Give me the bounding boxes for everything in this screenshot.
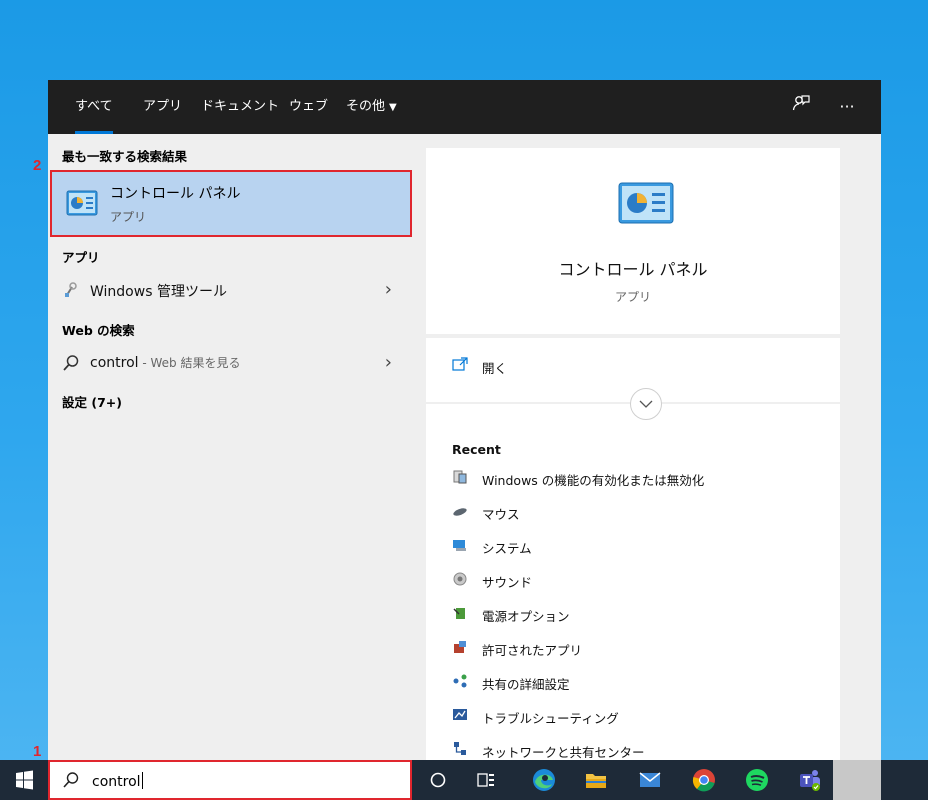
tab-apps[interactable]: アプリ <box>143 80 182 134</box>
mail-icon[interactable] <box>636 766 664 794</box>
chevron-right-icon[interactable]: › <box>385 352 392 373</box>
power-options-icon <box>453 608 465 619</box>
admin-tools-icon <box>65 282 77 297</box>
app-result-admin-tools[interactable]: Windows 管理ツール › <box>48 273 412 307</box>
preview-pane: コントロール パネル アプリ 開く Recent Windows の機能の有効化… <box>426 148 840 760</box>
tab-more-label: その他 <box>346 99 386 114</box>
sound-icon <box>453 572 467 586</box>
recent-heading: Recent <box>452 442 501 457</box>
control-panel-icon <box>66 190 98 216</box>
file-explorer-icon[interactable] <box>582 766 610 794</box>
recent-label: Windows の機能の有効化または無効化 <box>482 473 705 488</box>
results-pane: 最も一致する検索結果 コントロール パネル アプリ アプリ Windows 管理… <box>48 134 426 760</box>
troubleshooting-icon <box>453 709 467 720</box>
task-view-icon[interactable] <box>472 766 500 794</box>
teams-icon[interactable] <box>796 766 824 794</box>
recent-item[interactable]: システム <box>452 534 832 558</box>
search-filter-bar: すべて アプリ ドキュメント ウェブ その他 ▼ ··· <box>48 80 881 134</box>
text-cursor <box>141 772 143 789</box>
preview-app-name: コントロール パネル <box>558 260 708 279</box>
recent-label: 許可されたアプリ <box>482 643 583 658</box>
recent-label: システム <box>482 541 532 556</box>
chevron-right-icon[interactable]: › <box>385 279 392 300</box>
apps-heading: アプリ <box>62 250 100 265</box>
tab-all[interactable]: すべて <box>75 80 113 134</box>
app-result-label: Windows 管理ツール <box>90 284 227 300</box>
taskbar: control <box>0 760 928 800</box>
mouse-icon <box>453 508 467 516</box>
search-input-text: control <box>92 772 143 790</box>
best-match-heading: 最も一致する検索結果 <box>62 149 188 164</box>
recent-item[interactable]: Windows の機能の有効化または無効化 <box>452 466 832 490</box>
search-panel: すべて アプリ ドキュメント ウェブ その他▼ ··· 最も一致する検索結果 <box>48 80 881 760</box>
start-button[interactable] <box>0 760 48 800</box>
recent-item[interactable]: 許可されたアプリ <box>452 636 832 660</box>
recent-item[interactable]: サウンド <box>452 568 832 592</box>
more-options-icon[interactable]: ··· <box>834 94 860 120</box>
step-badge-1: 1 <box>33 743 42 760</box>
web-search-heading: Web の検索 <box>62 323 135 338</box>
spotify-icon[interactable] <box>743 766 771 794</box>
chevron-down-icon <box>639 400 653 408</box>
search-query: control <box>92 774 141 790</box>
taskbar-search-box[interactable]: control <box>48 760 412 800</box>
allowed-apps-icon <box>454 641 466 653</box>
search-icon <box>63 355 79 371</box>
windows-logo-icon <box>16 770 33 790</box>
recent-label: マウス <box>482 507 520 522</box>
show-desktop-area[interactable] <box>833 760 881 800</box>
web-search-result[interactable]: control - Web 結果を見る › <box>48 346 412 380</box>
web-search-text: control - Web 結果を見る <box>90 354 240 371</box>
network-center-icon <box>454 742 466 755</box>
open-label: 開く <box>482 361 508 376</box>
control-panel-icon <box>618 182 674 224</box>
recent-item[interactable]: ネットワークと共有センター <box>452 738 832 762</box>
tab-web[interactable]: ウェブ <box>289 80 328 134</box>
chevron-down-icon: ▼ <box>389 102 397 113</box>
web-search-suffix: - Web 結果を見る <box>138 356 241 370</box>
edge-icon[interactable] <box>530 766 558 794</box>
desktop: すべて アプリ ドキュメント ウェブ その他▼ ··· 最も一致する検索結果 <box>0 0 928 800</box>
web-search-query: control <box>90 355 139 371</box>
best-match-type: アプリ <box>110 210 147 224</box>
tab-more[interactable]: その他 ▼ <box>346 80 397 134</box>
best-match-name: コントロール パネル <box>110 186 241 202</box>
sharing-settings-icon <box>453 674 467 688</box>
expand-button[interactable] <box>630 388 662 420</box>
system-icon <box>453 540 466 551</box>
recent-label: 電源オプション <box>482 609 570 624</box>
best-match-result[interactable]: コントロール パネル アプリ <box>50 170 412 237</box>
search-icon <box>63 772 79 788</box>
recent-item[interactable]: 電源オプション <box>452 602 832 626</box>
chrome-icon[interactable] <box>690 766 718 794</box>
divider <box>426 334 840 338</box>
windows-features-icon <box>453 470 467 484</box>
tab-documents[interactable]: ドキュメント <box>201 80 279 134</box>
recent-item[interactable]: トラブルシューティング <box>452 704 832 728</box>
feedback-icon[interactable] <box>788 94 814 120</box>
recent-label: トラブルシューティング <box>482 711 619 726</box>
step-badge-2: 2 <box>33 157 42 174</box>
settings-heading[interactable]: 設定 (7+) <box>62 392 122 411</box>
recent-item[interactable]: マウス <box>452 500 832 524</box>
recent-label: 共有の詳細設定 <box>482 677 570 692</box>
open-icon <box>452 357 468 371</box>
cortana-icon[interactable] <box>424 766 452 794</box>
recent-label: サウンド <box>482 575 533 590</box>
recent-label: ネットワークと共有センター <box>482 745 645 760</box>
recent-item[interactable]: 共有の詳細設定 <box>452 670 832 694</box>
preview-app-type: アプリ <box>614 290 651 304</box>
